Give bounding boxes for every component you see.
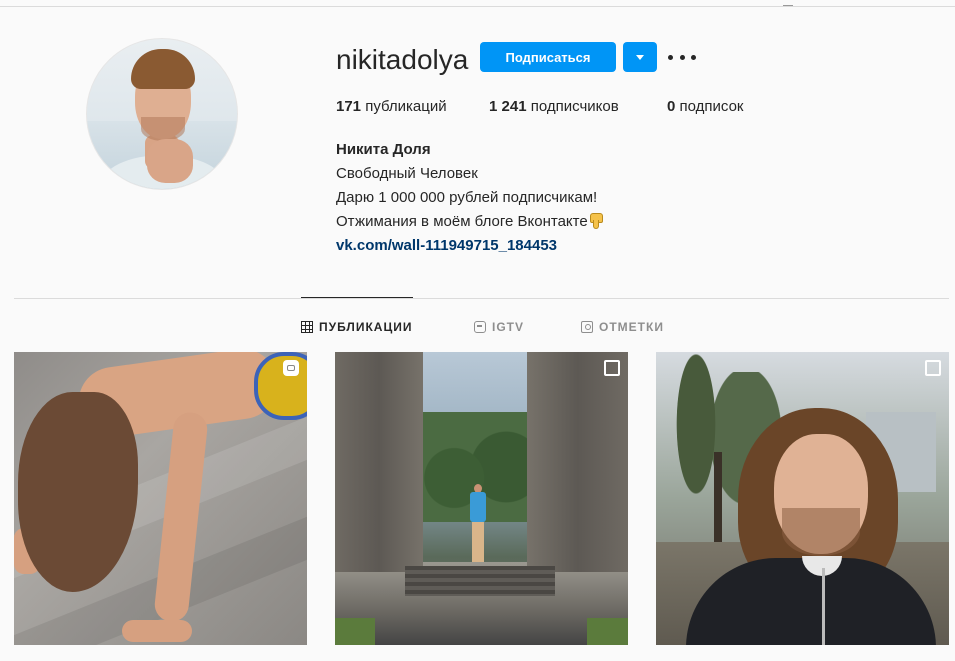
post-thumbnail[interactable] [335, 352, 628, 645]
photo-stairs [405, 566, 555, 596]
tab-igtv[interactable]: IGTV [474, 320, 524, 334]
post-thumbnail[interactable] [14, 352, 307, 645]
stat-posts: 171 публикаций [336, 98, 447, 116]
top-nav-border [0, 6, 955, 7]
following-count: 0 [667, 98, 676, 115]
posts-label: публикаций [365, 98, 447, 115]
igtv-icon [474, 321, 486, 333]
photo-person-hand [122, 620, 192, 642]
more-options-button[interactable] [668, 50, 696, 64]
bio-line-with-emoji: Отжимания в моём блоге Вконтакте [336, 210, 603, 234]
photo-grass [587, 618, 628, 645]
bio-line: Дарю 1 000 000 рублей подписчикам! [336, 189, 598, 206]
bio-external-link[interactable]: vk.com/wall-111949715_184453 [336, 234, 602, 258]
photo-person [469, 484, 487, 566]
photo-person-shirt [470, 492, 486, 522]
carousel-badge-icon [604, 360, 620, 376]
avatar-beard [141, 117, 185, 141]
top-nav-edge [783, 0, 793, 6]
follow-button[interactable]: Подписаться [480, 42, 616, 72]
bio-line: Свободный Человек [336, 165, 478, 182]
avatar-hand [147, 139, 193, 183]
following-label: подписок [679, 98, 744, 115]
profile-full-name: Никита Доля [336, 141, 431, 158]
post-thumbnail[interactable] [656, 352, 949, 645]
chevron-down-icon [636, 54, 644, 60]
active-tab-indicator [301, 297, 413, 298]
tab-posts[interactable]: ПУБЛИКАЦИИ [301, 320, 412, 334]
carousel-badge-icon [925, 360, 941, 376]
tab-label: ОТМЕТКИ [599, 320, 664, 334]
stat-following[interactable]: 0 подписок [667, 98, 743, 116]
tagged-icon [581, 321, 593, 333]
dot-icon [668, 54, 673, 60]
followers-count: 1 241 [489, 98, 527, 115]
profile-bio: Никита Доля Свободный Человек Дарю 1 000… [336, 138, 603, 258]
profile-avatar[interactable] [86, 38, 238, 190]
tab-label: IGTV [492, 320, 525, 334]
tab-label: ПУБЛИКАЦИИ [319, 320, 413, 334]
suggested-accounts-dropdown-button[interactable] [623, 42, 657, 72]
dot-icon [691, 54, 696, 60]
stat-followers[interactable]: 1 241 подписчиков [489, 98, 619, 116]
tab-tagged[interactable]: ОТМЕТКИ [581, 320, 664, 334]
avatar-hair [131, 49, 195, 89]
profile-username: nikitadolya [336, 44, 469, 75]
pointing-down-hand-icon [589, 212, 603, 229]
photo-person-legs [472, 522, 484, 562]
bio-line: Отжимания в моём блоге Вконтакте [336, 213, 588, 230]
igtv-badge-icon [283, 360, 299, 376]
posts-count: 171 [336, 98, 362, 115]
followers-label: подписчиков [530, 98, 619, 115]
grid-icon [301, 321, 313, 333]
photo-person-hair [18, 392, 138, 592]
photo-person-zip [822, 568, 825, 645]
tabs-divider [14, 298, 949, 299]
photo-person-beard [782, 508, 860, 556]
dot-icon [679, 54, 685, 60]
photo-person-shorts [254, 352, 307, 420]
photo-grass [335, 618, 375, 645]
photo-temple-gate-right [527, 352, 628, 572]
photo-temple-gate-left [335, 352, 423, 572]
